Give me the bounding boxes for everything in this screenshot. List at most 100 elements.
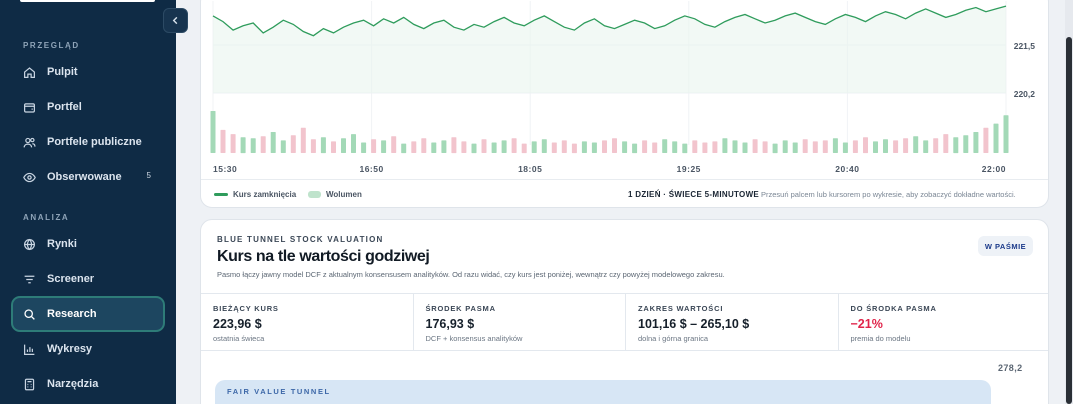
band-status-badge: W PAŚMIE [978,236,1033,256]
sidebar-item-label: Narzędzia [47,378,99,390]
scrollbar-thumb[interactable] [1066,37,1072,404]
volume-bar [722,138,728,153]
volume-bar [451,137,457,154]
volume-bar [822,140,828,153]
sidebar: PRZEGLĄD Pulpit Portfel Portfele publicz… [0,0,176,404]
volume-bar [612,138,617,153]
volume-bar [863,137,868,154]
stat-band-midpoint: ŚRODEK PASMA 176,93 $ DCF + konsensus an… [414,294,626,350]
volume-bar [842,142,848,153]
volume-bar [561,140,567,153]
sidebar-item-portfolio[interactable]: Portfel [13,91,163,123]
volume-bar [280,140,286,153]
legend-close-price[interactable]: Kurs zamknięcia [214,190,296,199]
filter-icon [24,275,35,283]
valuation-eyebrow: BLUE TUNNEL STOCK VALUATION [217,235,384,244]
stat-current-price: BIEŻĄCY KURS 223,96 $ ostatnia świeca [201,294,414,350]
volume-bar [682,143,688,154]
x-tick-label: 16:50 [359,164,383,174]
volume-bar [591,142,597,153]
stat-label: ŚRODEK PASMA [425,304,496,313]
stat-value-range: ZAKRES WARTOŚCI 101,16 $ – 265,10 $ doln… [626,294,839,350]
volume-bar [802,139,808,153]
sidebar-item-markets[interactable]: Rynki [13,228,163,260]
volume-bar [782,140,788,153]
volume-bar [692,140,698,153]
intraday-price-chart[interactable]: 15:30 16:50 18:05 19:25 20:40 22:00 221,5 220,2 [201,1,1049,179]
volume-bar [602,140,607,153]
sidebar-collapse-button[interactable] [163,8,188,33]
volume-bar [581,141,587,153]
stat-label: BIEŻĄCY KURS [213,304,279,313]
calculator-icon [24,378,35,390]
sidebar-item-screener[interactable]: Screener [13,263,163,295]
volume-bar [511,138,517,153]
x-tick-label: 22:00 [982,164,1006,174]
volume-bar [632,143,638,154]
stat-caption: ostatnia świeca [213,334,265,343]
volume-bar [953,137,959,154]
volume-bar [260,136,266,153]
volume-bar [401,143,407,154]
sidebar-item-dashboard[interactable]: Pulpit [13,56,163,88]
price-chart-card: 15:30 16:50 18:05 19:25 20:40 22:00 221,5 220,2… [200,0,1049,208]
volume-bar [792,142,798,153]
sidebar-item-label: Portfele publiczne [47,136,142,148]
x-tick-label: 15:30 [213,164,237,174]
volume-bar [923,140,929,153]
volume-bar [883,139,888,153]
volume-bar [310,139,316,153]
volume-bar [531,141,537,153]
volume-bar [341,138,346,153]
stat-label: ZAKRES WARTOŚCI [638,304,724,313]
volume-bar [421,138,427,153]
sidebar-top-element[interactable] [20,0,155,2]
bar-chart-icon [24,344,35,355]
chart-timeframe: 1 DZIEŃ · ŚWIECE 5-MINUTOWE [628,190,760,199]
x-tick-label: 19:25 [677,164,701,174]
volume-bar [270,132,276,153]
legend-line-swatch [214,193,228,196]
volume-bar [772,143,778,154]
stat-caption: dolna i górna granica [638,334,709,343]
chart-footer: Kurs zamknięcia Wolumen 1 DZIEŃ · ŚWIECE… [201,179,1048,207]
stat-distance-to-mid: DO ŚRODKA PASMA −21% premia do modelu [839,294,1049,350]
valuation-stats: BIEŻĄCY KURS 223,96 $ ostatnia świeca ŚR… [201,293,1049,351]
volume-bar [551,142,557,153]
legend-volume[interactable]: Wolumen [308,190,362,199]
volume-bar [461,141,467,153]
sidebar-item-label: Obserwowane [47,171,122,183]
sidebar-item-label: Portfel [47,101,82,113]
volume-bar [742,142,748,153]
volume-bar [712,141,718,153]
fair-value-tunnel[interactable]: FAIR VALUE TUNNEL [215,380,991,404]
volume-bar [983,127,989,153]
volume-bar [391,136,397,153]
volume-bar [993,123,999,153]
tunnel-axis-top-label: 278,2 [998,363,1023,373]
volume-bar [471,143,477,154]
volume-bar [752,139,758,153]
stat-caption: premia do modelu [850,334,911,343]
sidebar-item-public-portfolios[interactable]: Portfele publiczne [13,126,163,158]
stat-value: 223,96 $ [213,317,262,331]
sidebar-item-research[interactable]: Research [13,298,163,330]
sidebar-item-label: Research [47,308,97,320]
volume-bar [903,138,909,153]
sidebar-item-tools[interactable]: Narzędzia [13,368,163,400]
sidebar-item-charts[interactable]: Wykresy [13,333,163,365]
volume-bar [873,141,878,153]
legend-volume-swatch [308,191,321,198]
section-title-analysis: ANALIZA [23,213,70,222]
volume-bar [672,141,678,153]
scrollbar-track[interactable] [1065,0,1073,404]
sidebar-item-label: Pulpit [47,66,78,78]
volume-bar [250,138,256,153]
volume-bar [1003,115,1009,153]
volume-bar [943,134,949,153]
volume-bar [320,137,326,154]
home-icon [24,66,35,78]
price-area [213,6,1006,94]
volume-bar [441,140,447,153]
sidebar-item-watchlist[interactable]: Obserwowane 5 [13,161,163,193]
